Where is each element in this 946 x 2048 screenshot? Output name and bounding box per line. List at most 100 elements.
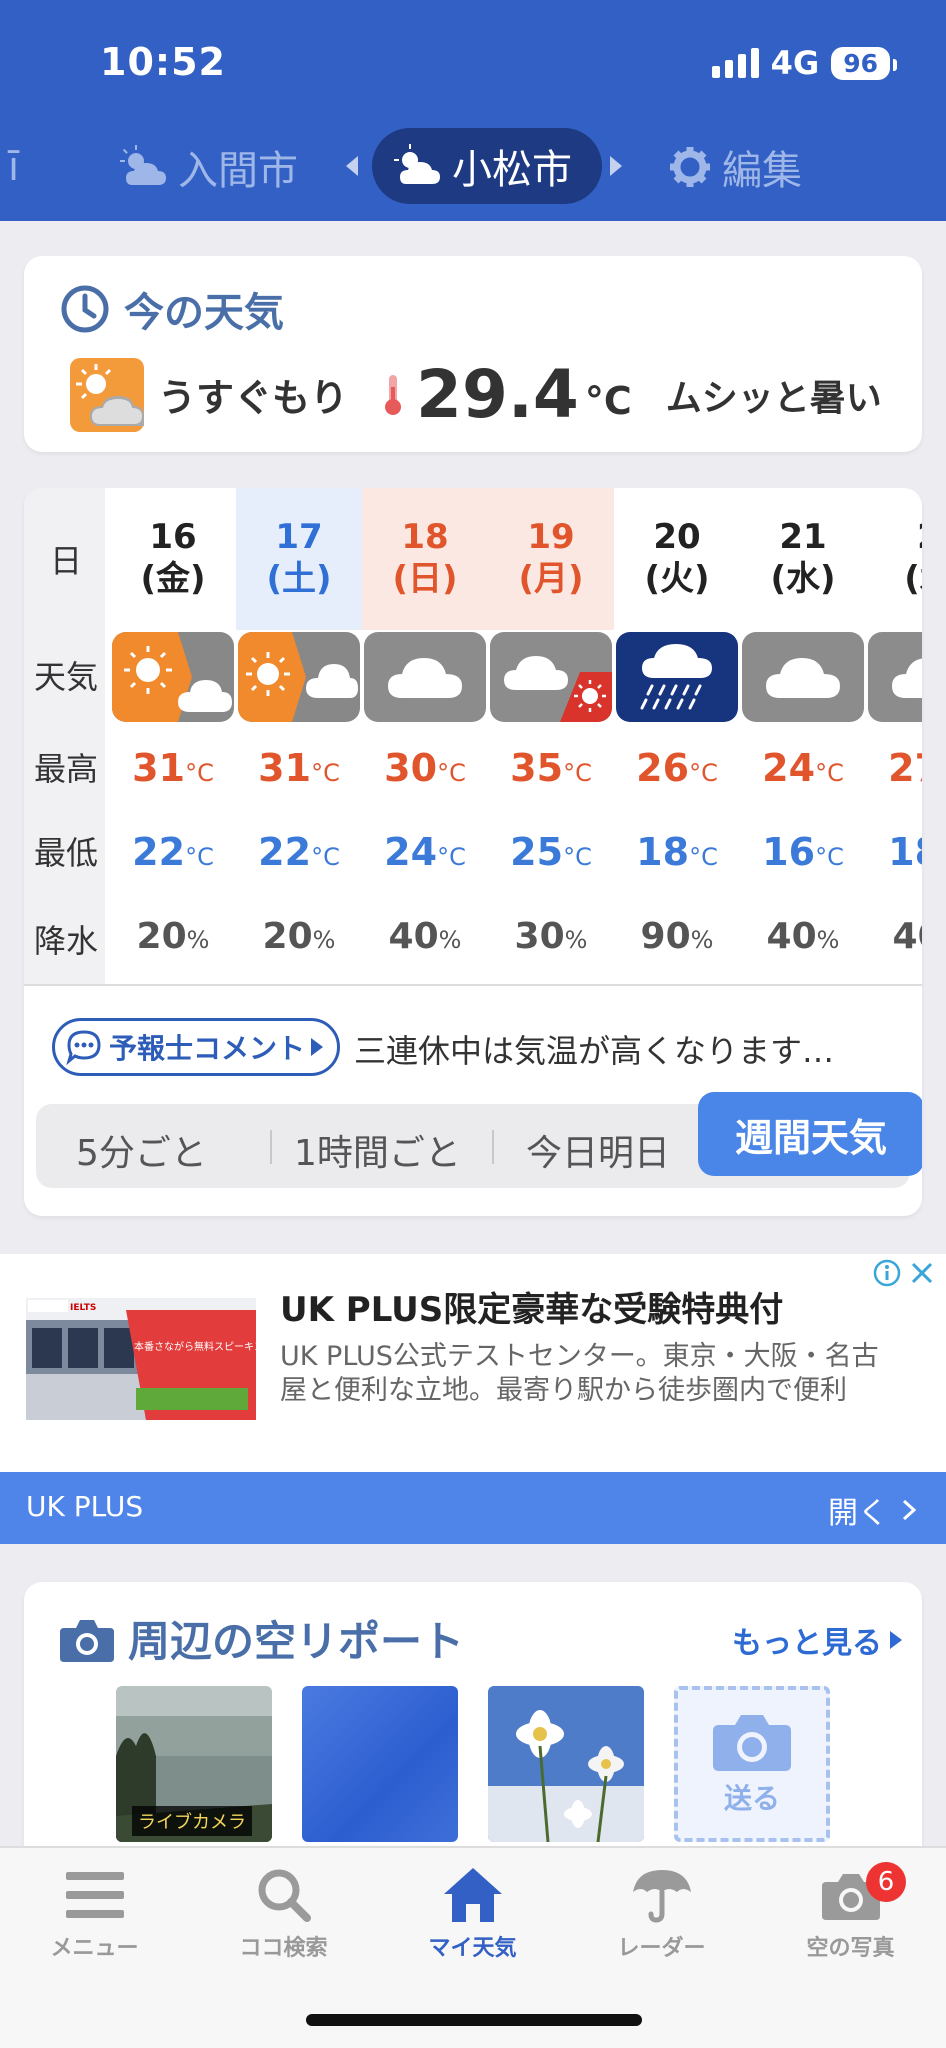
clock-icon xyxy=(61,285,109,333)
precip-chance: 40% xyxy=(740,916,866,957)
chevron-right-icon xyxy=(902,1499,916,1521)
search-icon xyxy=(258,1869,311,1922)
sun-cloud-icon xyxy=(394,144,440,184)
status-time: 10:52 xyxy=(100,40,226,84)
sky-photo-blue-sky[interactable] xyxy=(302,1686,458,1842)
tab-menu[interactable]: メニュー xyxy=(0,1866,189,1962)
ad-cta-bar[interactable]: UK PLUS 開く xyxy=(0,1472,946,1544)
day-date: 2 xyxy=(866,516,922,558)
tab-radar[interactable]: レーダー xyxy=(567,1866,756,1962)
day-column[interactable]: 21 (水) 24°C 16°C 40% xyxy=(740,488,866,984)
day-column[interactable]: 16 (金) 31°C 22°C 20% xyxy=(110,488,236,984)
location-tab-iruma[interactable]: 入間市 xyxy=(118,138,298,196)
day-of-week: (火) xyxy=(644,559,710,599)
unit: % xyxy=(690,926,714,954)
ad-thumbnail: 本番さながら無料スピーキングセッションの特典付き! IELTS xyxy=(26,1298,256,1420)
day-date: 21 xyxy=(779,517,827,557)
label-high: 最高 xyxy=(33,750,98,788)
segment-hourly[interactable]: 1時間ごと xyxy=(294,1124,461,1176)
day-date: 16 xyxy=(149,517,197,557)
tab-my-weather[interactable]: マイ天気 xyxy=(378,1866,567,1962)
status-indicators: 4G 96 xyxy=(711,44,897,82)
location-tab-edge[interactable]: ī xyxy=(8,144,19,190)
high-temp: 24°C xyxy=(740,746,866,790)
current-weather-card[interactable]: 今の天気 うすぐもり 29.4 °C ムシッと暑い xyxy=(24,256,922,452)
thermometer-icon xyxy=(385,374,402,415)
day-date: 20 xyxy=(653,517,701,557)
camera-icon xyxy=(713,1715,791,1771)
day-of-week: (水) xyxy=(770,559,836,599)
sky-photo-live-camera[interactable]: ライブカメラ xyxy=(116,1686,272,1842)
forecaster-comment-text[interactable]: 三連休中は気温が高くなります… xyxy=(354,1026,834,1072)
tab-sky-photos[interactable]: 空の写真 6 xyxy=(756,1862,945,1962)
day-of-week: (土) xyxy=(266,559,332,599)
close-icon[interactable] xyxy=(908,1259,936,1287)
send-photo-button[interactable]: 送る xyxy=(674,1686,830,1842)
app-header: 10:52 4G 96 ī 入間市 小松市 編集 xyxy=(0,0,946,221)
ad-brand: UK PLUS xyxy=(26,1490,144,1523)
ad-controls xyxy=(872,1258,936,1288)
edit-locations-button[interactable]: 編集 xyxy=(668,138,802,196)
segment-weekly[interactable]: 週間天気 xyxy=(698,1092,922,1176)
segment-today-tomorrow[interactable]: 今日明日 xyxy=(526,1124,670,1176)
see-more-label: もっと見る xyxy=(732,1626,882,1661)
day-header: 16 (金) xyxy=(110,488,236,630)
low-value: 22 xyxy=(132,830,186,874)
current-temperature: 29.4 xyxy=(416,356,579,433)
day-column[interactable]: 2 (木 27°C 18°C 40% xyxy=(866,488,922,984)
sun-cloud-icon xyxy=(238,632,360,722)
battery-icon: 96 xyxy=(831,46,897,80)
sky-photo-flowers[interactable] xyxy=(488,1686,644,1842)
see-more-link[interactable]: もっと見る xyxy=(732,1618,902,1662)
tab-label: マイ天気 xyxy=(428,1936,517,1961)
cloud-icon xyxy=(742,632,864,722)
unit: °C xyxy=(563,759,592,787)
tab-label: ココ検索 xyxy=(239,1936,328,1961)
live-camera-label: ライブカメラ xyxy=(132,1806,252,1836)
day-column[interactable]: 20 (火) 26°C 18°C 90% xyxy=(614,488,740,984)
high-temp: 31°C xyxy=(236,746,362,790)
prev-location-arrow-icon[interactable] xyxy=(346,156,358,176)
high-temp: 30°C xyxy=(362,746,488,790)
sky-report-heading: 周辺の空リポート xyxy=(128,1617,465,1666)
sky-report-card: 周辺の空リポート もっと見る ライブカメラ 送る xyxy=(24,1582,922,1882)
ad-description: UK PLUS公式テストセンター。東京・大阪・名古屋と便利な立地。最寄り駅から徒… xyxy=(280,1341,879,1406)
home-indicator[interactable] xyxy=(306,2014,642,2026)
info-icon[interactable] xyxy=(872,1258,902,1288)
precip-chance: 30% xyxy=(488,916,614,957)
ad-open-button[interactable]: 開く xyxy=(828,1488,916,1532)
segment-5min[interactable]: 5分ごと xyxy=(76,1124,207,1176)
high-value: 26 xyxy=(636,746,690,790)
sun-cloud-icon xyxy=(70,357,144,432)
precip-value: 40 xyxy=(766,916,817,957)
tab-search[interactable]: ココ検索 xyxy=(189,1866,378,1962)
ad-image-text: 本番さながら無料スピーキングセッションの特典付き! xyxy=(134,1340,256,1353)
tab-label: 空の写真 xyxy=(806,1936,895,1961)
notification-badge: 6 xyxy=(866,1862,906,1902)
precip-value: 90 xyxy=(640,916,691,957)
low-value: 18 xyxy=(636,830,690,874)
day-of-week: (木 xyxy=(904,559,922,599)
high-temp: 31°C xyxy=(110,746,236,790)
ad-banner[interactable]: 本番さながら無料スピーキングセッションの特典付き! IELTS UK PLUS限… xyxy=(0,1254,946,1544)
precip-value: 40 xyxy=(892,916,922,957)
day-of-week: (日) xyxy=(392,559,458,599)
unit: % xyxy=(186,926,210,954)
high-temp: 35°C xyxy=(488,746,614,790)
battery-level: 96 xyxy=(843,48,878,78)
location-tab-komatsu[interactable]: 小松市 xyxy=(372,128,602,204)
day-column[interactable]: 18 (日) 30°C 24°C 40% xyxy=(362,488,488,984)
unit: % xyxy=(438,926,462,954)
low-temp: 24°C xyxy=(362,830,488,874)
high-value: 30 xyxy=(384,746,438,790)
unit: % xyxy=(312,926,336,954)
day-column[interactable]: 19 (月) 35°C 25°C 30% xyxy=(488,488,614,984)
location-name: 小松市 xyxy=(452,147,572,193)
forecaster-comment-button[interactable]: 予報士コメント xyxy=(52,1018,341,1076)
day-column[interactable]: 17 (土) 31°C 22°C 20% xyxy=(236,488,362,984)
edit-label: 編集 xyxy=(722,148,802,194)
cloud-icon xyxy=(868,632,922,722)
comment-button-label: 予報士コメント xyxy=(109,1032,306,1065)
high-value: 24 xyxy=(762,746,816,790)
next-location-arrow-icon[interactable] xyxy=(610,156,622,176)
